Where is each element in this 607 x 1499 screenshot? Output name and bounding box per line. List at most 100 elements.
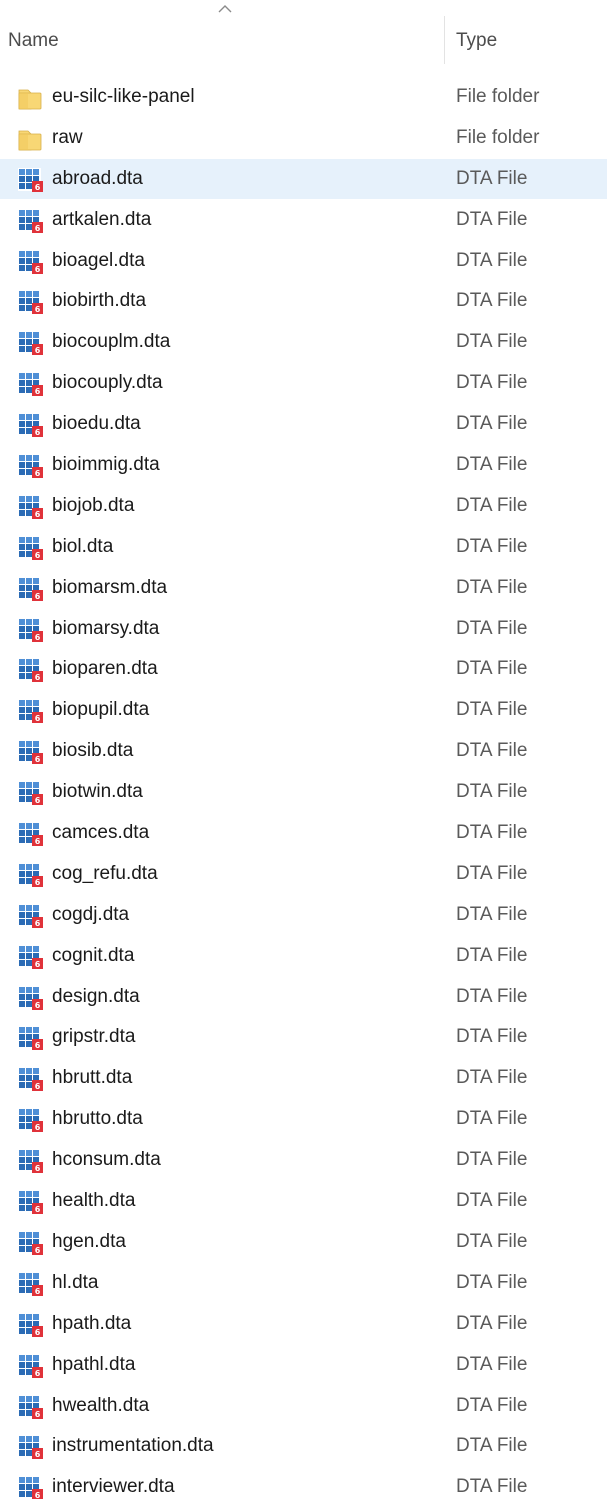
file-type: DTA File [456,1026,528,1048]
dta-file-icon: 6 [18,944,43,969]
file-name: raw [52,126,83,148]
file-row[interactable]: 6 cogdj.dta DTA File [0,895,607,936]
file-row[interactable]: 6 biobirth.dta DTA File [0,281,607,322]
file-row[interactable]: 6 biocouplm.dta DTA File [0,322,607,363]
file-type: DTA File [456,658,528,680]
dta-file-icon: 6 [18,1149,43,1174]
file-name: design.dta [52,985,140,1007]
file-row[interactable]: 6 bioedu.dta DTA File [0,404,607,445]
dta-file-icon: 6 [18,1230,43,1255]
column-header-type[interactable]: Type [456,30,497,52]
svg-text:6: 6 [35,755,41,764]
file-type: DTA File [456,944,528,966]
file-name: hbrutt.dta [52,1067,133,1089]
file-row[interactable]: 6 hpathl.dta DTA File [0,1345,607,1386]
dta-file-icon: 6 [18,822,43,847]
dta-file-icon: 6 [18,1476,43,1499]
file-type: DTA File [456,454,528,476]
svg-text:6: 6 [35,796,41,805]
dta-file-icon: 6 [18,413,43,438]
file-row[interactable]: 6 biosib.dta DTA File [0,731,607,772]
file-type: DTA File [456,167,528,189]
file-type: File folder [456,126,540,148]
file-name: artkalen.dta [52,208,152,230]
dta-file-icon: 6 [18,617,43,642]
file-row[interactable]: 6 biopupil.dta DTA File [0,690,607,731]
file-name: biomarsm.dta [52,576,168,598]
file-row[interactable]: 6 artkalen.dta DTA File [0,200,607,241]
dta-file-icon: 6 [18,781,43,806]
file-name: biobirth.dta [52,290,147,312]
file-row[interactable]: 6 biojob.dta DTA File [0,486,607,527]
svg-text:6: 6 [35,265,41,274]
file-type: DTA File [456,1067,528,1089]
dta-file-icon: 6 [18,699,43,724]
file-explorer-list: Name Type eu-silc-like-panel File folder r… [0,0,607,1499]
file-row[interactable]: 6 biotwin.dta DTA File [0,772,607,813]
file-row[interactable]: 6 hl.dta DTA File [0,1263,607,1304]
file-row[interactable]: 6 biomarsy.dta DTA File [0,609,607,650]
svg-text:6: 6 [35,224,41,233]
file-name: biocouply.dta [52,372,163,394]
file-type: DTA File [456,617,528,639]
file-type: DTA File [456,535,528,557]
file-row[interactable]: 6 gripstr.dta DTA File [0,1017,607,1058]
column-divider[interactable] [444,16,445,64]
file-type: DTA File [456,862,528,884]
svg-text:6: 6 [35,1246,41,1255]
dta-file-icon: 6 [18,1312,43,1337]
file-row[interactable]: 6 hbrutt.dta DTA File [0,1058,607,1099]
file-row[interactable]: 6 design.dta DTA File [0,977,607,1018]
file-row[interactable]: 6 instrumentation.dta DTA File [0,1426,607,1467]
file-row[interactable]: 6 hwealth.dta DTA File [0,1386,607,1427]
file-name: biocouplm.dta [52,331,171,353]
svg-text:6: 6 [35,183,41,192]
file-row[interactable]: 6 hbrutto.dta DTA File [0,1099,607,1140]
dta-file-icon: 6 [18,1067,43,1092]
file-name: hwealth.dta [52,1394,150,1416]
file-name: bioedu.dta [52,413,141,435]
file-row[interactable]: 6 biol.dta DTA File [0,527,607,568]
file-name: eu-silc-like-panel [52,86,195,107]
file-type: DTA File [456,1394,528,1416]
file-row[interactable]: 6 abroad.dta DTA File [0,158,607,200]
file-name: biol.dta [52,535,114,557]
sort-ascending-icon[interactable] [217,4,233,14]
folder-row[interactable]: eu-silc-like-panel File folder [0,77,607,118]
file-type: DTA File [456,1190,528,1212]
file-row[interactable]: 6 bioparen.dta DTA File [0,649,607,690]
file-type: DTA File [456,249,528,271]
file-name: hgen.dta [52,1230,126,1252]
svg-text:6: 6 [35,1410,41,1419]
folder-row[interactable]: raw File folder [0,118,607,159]
file-name: health.dta [52,1190,136,1212]
file-row[interactable]: 6 hconsum.dta DTA File [0,1140,607,1181]
file-row[interactable]: 6 bioimmig.dta DTA File [0,445,607,486]
file-type: DTA File [456,1312,528,1334]
file-type: File folder [456,86,540,107]
column-header-name[interactable]: Name [8,30,59,52]
file-row[interactable]: 6 cog_refu.dta DTA File [0,854,607,895]
file-row[interactable]: 6 bioagel.dta DTA File [0,241,607,282]
file-row[interactable]: 6 hgen.dta DTA File [0,1222,607,1263]
svg-text:6: 6 [35,1491,41,1499]
file-type: DTA File [456,1271,528,1293]
file-row[interactable]: 6 health.dta DTA File [0,1181,607,1222]
file-row[interactable]: 6 interviewer.dta DTA File [0,1467,607,1499]
column-header-bar: Name Type [0,0,607,78]
file-row[interactable]: 6 biocouply.dta DTA File [0,363,607,404]
svg-text:6: 6 [35,387,41,396]
file-row[interactable]: 6 cognit.dta DTA File [0,936,607,977]
file-type: DTA File [456,1435,528,1457]
file-row[interactable]: 6 biomarsm.dta DTA File [0,568,607,609]
dta-file-icon: 6 [18,494,43,519]
file-type: DTA File [456,1108,528,1130]
dta-file-icon: 6 [18,1108,43,1133]
file-type: DTA File [456,1149,528,1171]
file-row[interactable]: 6 hpath.dta DTA File [0,1304,607,1345]
file-row[interactable]: 6 camces.dta DTA File [0,813,607,854]
file-type: DTA File [456,740,528,762]
svg-text:6: 6 [35,1328,41,1337]
svg-text:6: 6 [35,919,41,928]
dta-file-icon: 6 [18,454,43,479]
